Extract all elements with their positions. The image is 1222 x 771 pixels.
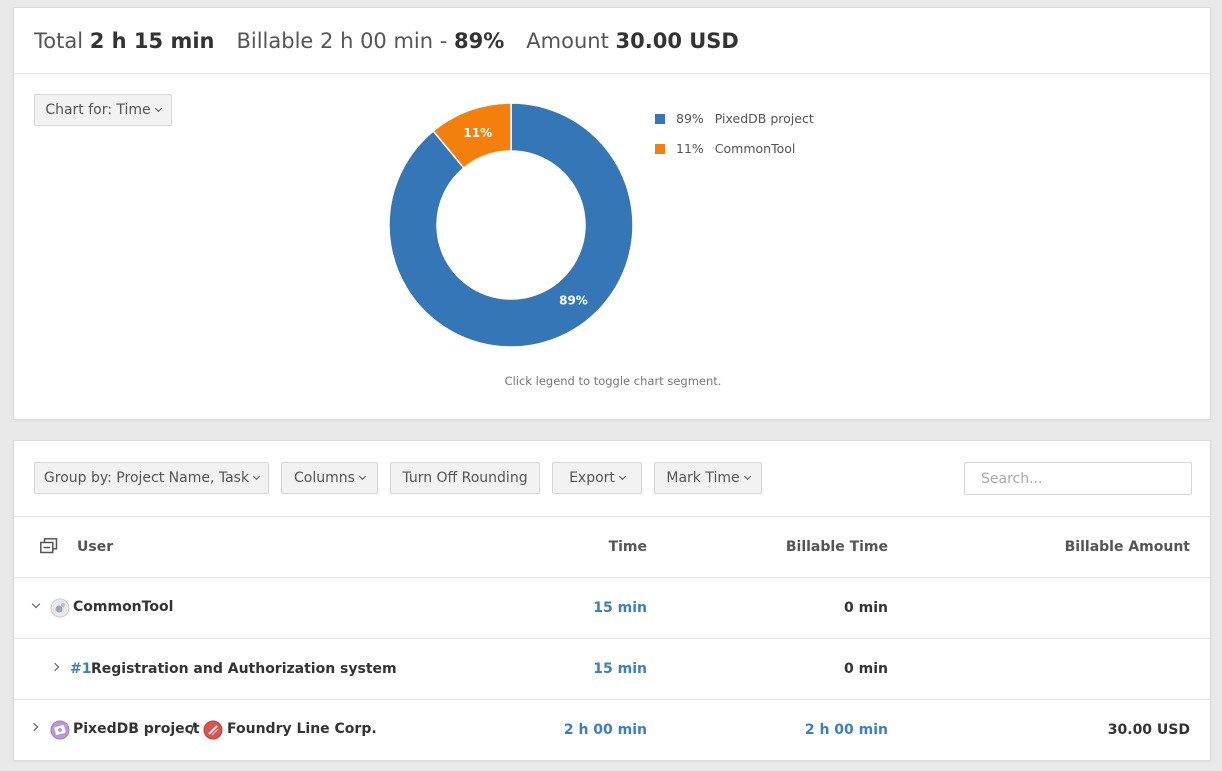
client-icon: [203, 720, 223, 740]
chevron-down-icon: [743, 472, 751, 480]
chevron-down-icon: [154, 104, 162, 112]
legend-swatch: [655, 113, 665, 124]
client-name[interactable]: Foundry Line Corp.: [227, 721, 377, 737]
group-by-dropdown[interactable]: Group by: Project Name, Task: [34, 462, 269, 494]
mark-time-dropdown[interactable]: Mark Time: [654, 462, 762, 494]
legend-item-pixeddb[interactable]: 89% PixedDB project: [655, 111, 814, 126]
divider: [14, 638, 1212, 639]
chevron-right-icon[interactable]: [29, 722, 39, 732]
legend-item-commontool[interactable]: 11% CommonTool: [655, 141, 795, 156]
time-value[interactable]: 2 h 00 min: [564, 722, 647, 738]
report-card: Group by: Project Name, Task Columns Tur…: [13, 440, 1212, 761]
chart-hint: Click legend to toggle chart segment.: [504, 374, 722, 388]
amount-value: 30.00 USD: [615, 28, 739, 53]
project-name[interactable]: CommonTool: [73, 599, 173, 615]
project-icon: [50, 720, 70, 740]
task-number[interactable]: #1: [70, 661, 91, 677]
summary-bar: Total 2 h 15 min Billable 2 h 00 min - 8…: [14, 8, 1210, 74]
column-header-time[interactable]: Time: [609, 539, 647, 555]
column-header-billable-amount[interactable]: Billable Amount: [1065, 539, 1190, 555]
billable-time-value: 0 min: [844, 661, 888, 677]
collapse-all-icon[interactable]: [40, 538, 58, 554]
divider: [14, 577, 1212, 578]
legend-swatch: [655, 143, 665, 154]
columns-dropdown[interactable]: Columns: [281, 462, 378, 494]
chevron-down-icon: [618, 472, 626, 480]
billable-percent: 89%: [454, 28, 505, 53]
divider: [14, 516, 1212, 517]
chevron-down-icon: [253, 472, 261, 480]
time-value[interactable]: 15 min: [593, 661, 647, 677]
divider: [14, 699, 1212, 700]
total-summary: Total 2 h 15 min: [34, 28, 215, 53]
billable-summary: Billable 2 h 00 min - 89%: [236, 28, 505, 53]
total-value: 2 h 15 min: [89, 28, 215, 53]
turn-off-rounding-button[interactable]: Turn Off Rounding: [390, 462, 540, 494]
search-input[interactable]: [964, 462, 1192, 495]
column-header-billable-time[interactable]: Billable Time: [786, 539, 888, 555]
billable-time-value: 0 min: [844, 600, 888, 616]
donut-chart: 89% 11%: [389, 103, 633, 347]
project-icon: [50, 598, 70, 618]
time-value[interactable]: 15 min: [593, 600, 647, 616]
project-name[interactable]: PixedDB project: [73, 721, 200, 737]
chart-for-dropdown[interactable]: Chart for: Time: [34, 94, 172, 126]
chevron-down-icon: [358, 472, 366, 480]
billable-time-value[interactable]: 2 h 00 min: [805, 722, 888, 738]
billable-value: 2 h 00 min -: [320, 28, 448, 53]
donut-label: 89%: [559, 294, 588, 308]
chevron-right-icon[interactable]: [50, 662, 60, 672]
task-name[interactable]: Registration and Authorization system: [91, 661, 397, 677]
summary-card: Total 2 h 15 min Billable 2 h 00 min - 8…: [13, 7, 1211, 420]
donut-label: 11%: [463, 126, 492, 140]
billable-amount-value: 30.00 USD: [1107, 722, 1190, 738]
export-dropdown[interactable]: Export: [552, 462, 642, 494]
column-header-user[interactable]: User: [77, 539, 113, 555]
chevron-down-icon[interactable]: [31, 599, 41, 609]
separator: /: [190, 721, 196, 737]
amount-summary: Amount 30.00 USD: [526, 28, 739, 53]
